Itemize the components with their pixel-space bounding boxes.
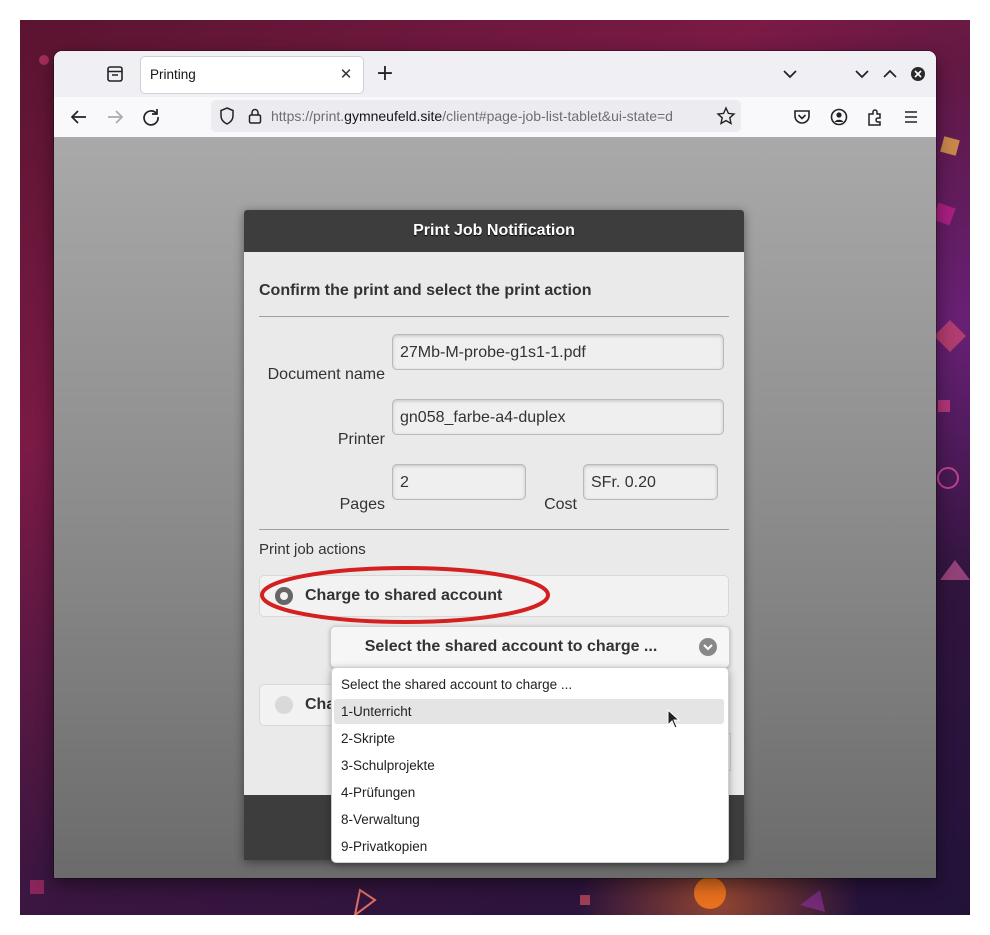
dropdown-option[interactable]: 8-Verwaltung bbox=[334, 807, 724, 832]
url-suffix: /client#page-job-list-tablet&ui-state=d bbox=[442, 108, 673, 124]
printer-label: Printer bbox=[337, 431, 385, 448]
shared-account-select[interactable]: Select the shared account to charge ... bbox=[330, 626, 730, 668]
pages-label: Pages bbox=[339, 496, 385, 513]
plus-icon[interactable]: + bbox=[374, 63, 396, 86]
shield-icon[interactable] bbox=[216, 105, 238, 127]
extensions-icon[interactable] bbox=[864, 106, 886, 128]
window-close-icon[interactable] bbox=[907, 63, 929, 85]
navigation-bar: https://print.gymneufeld.site/client#pag… bbox=[54, 97, 936, 138]
tab-title: Printing bbox=[150, 67, 196, 82]
dropdown-option[interactable]: 4-Prüfungen bbox=[334, 780, 724, 805]
url-bar[interactable]: https://print.gymneufeld.site/client#pag… bbox=[211, 100, 741, 132]
chevron-down-icon[interactable] bbox=[779, 63, 801, 85]
reload-icon[interactable] bbox=[140, 106, 162, 128]
divider bbox=[259, 316, 729, 317]
menu-icon[interactable] bbox=[900, 106, 922, 128]
document-name-field: 27Mb-M-probe-g1s1-1.pdf bbox=[392, 334, 724, 370]
cost-field: SFr. 0.20 bbox=[583, 464, 718, 500]
dropdown-option[interactable]: 2-Skripte bbox=[334, 726, 724, 751]
pocket-icon[interactable] bbox=[791, 106, 813, 128]
mouse-cursor-icon bbox=[667, 709, 681, 729]
radio-unselected-icon[interactable] bbox=[275, 696, 293, 714]
url-prefix: https://print. bbox=[271, 108, 345, 124]
pages-field: 2 bbox=[392, 464, 526, 500]
tab-bar: Printing ✕ + bbox=[54, 51, 936, 97]
dialog-title: Print Job Notification bbox=[244, 210, 744, 252]
printer-field: gn058_farbe-a4-duplex bbox=[392, 399, 724, 435]
select-value: Select the shared account to charge ... bbox=[364, 638, 658, 655]
print-job-actions-label: Print job actions bbox=[259, 541, 366, 558]
shared-account-dropdown[interactable]: Select the shared account to charge ... … bbox=[331, 667, 729, 863]
minimize-icon[interactable] bbox=[851, 63, 873, 85]
dialog-heading: Confirm the print and select the print a… bbox=[259, 282, 592, 299]
back-arrow-icon[interactable] bbox=[68, 106, 90, 128]
annotation-ellipse bbox=[260, 566, 550, 624]
star-icon[interactable] bbox=[715, 105, 737, 127]
dropdown-option[interactable]: Select the shared account to charge ... bbox=[334, 672, 724, 697]
maximize-icon[interactable] bbox=[879, 63, 901, 85]
url-text[interactable]: https://print.gymneufeld.site/client#pag… bbox=[271, 108, 711, 124]
tab-list-icon[interactable] bbox=[102, 63, 128, 85]
cost-label: Cost bbox=[544, 496, 577, 513]
dropdown-option-highlighted[interactable]: 1-Unterricht bbox=[334, 699, 724, 724]
account-icon[interactable] bbox=[828, 106, 850, 128]
tab-printing[interactable]: Printing ✕ bbox=[141, 57, 363, 93]
forward-arrow-icon[interactable] bbox=[104, 106, 126, 128]
url-host: gymneufeld.site bbox=[344, 108, 443, 124]
divider bbox=[259, 529, 729, 530]
close-icon[interactable]: ✕ bbox=[337, 65, 355, 83]
select-arrow-icon[interactable] bbox=[699, 638, 717, 656]
dropdown-option[interactable]: 3-Schulprojekte bbox=[334, 753, 724, 778]
document-name-label: Document name bbox=[267, 366, 385, 383]
dropdown-option[interactable]: 9-Privatkopien bbox=[334, 834, 724, 859]
lock-icon[interactable] bbox=[244, 105, 266, 127]
